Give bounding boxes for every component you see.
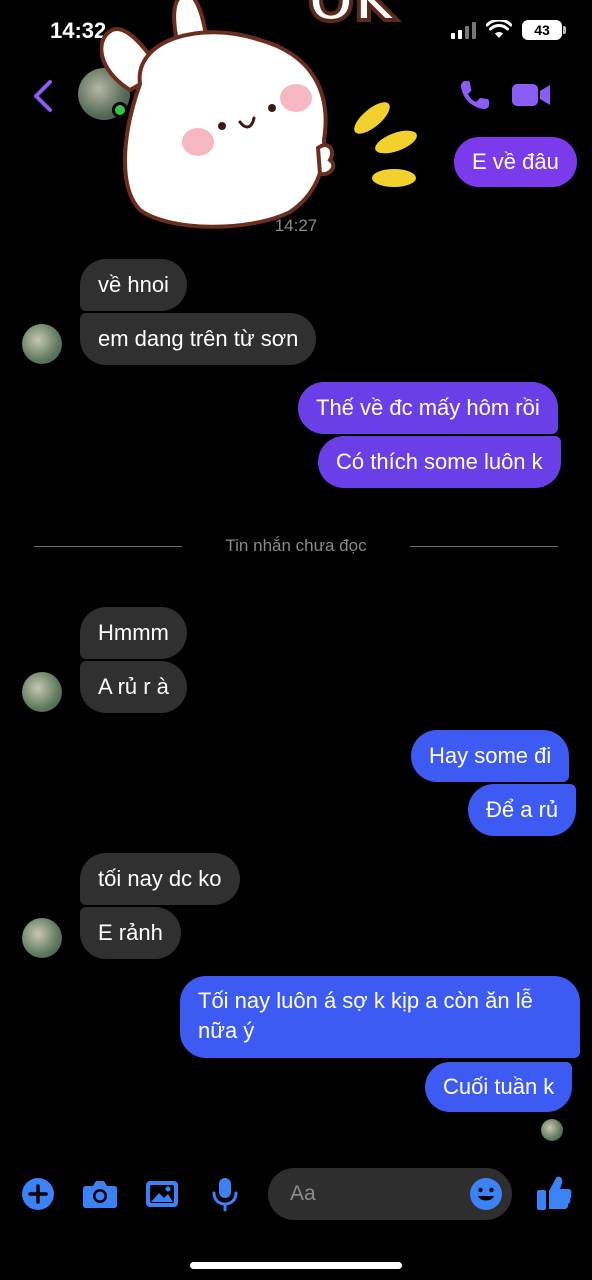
contact-avatar-small[interactable]	[22, 672, 62, 712]
seen-receipt-avatar	[541, 1119, 563, 1141]
thumbs-up-icon[interactable]	[534, 1172, 574, 1214]
message-timestamp: 14:27	[274, 216, 318, 235]
plus-icon[interactable]	[18, 1174, 58, 1214]
phone-icon[interactable]	[458, 78, 492, 112]
sticker-ok-text: OK	[308, 0, 398, 33]
message-bubble-received[interactable]: Hmmm	[80, 607, 187, 659]
status-time: 14:32	[50, 18, 107, 43]
bunny-ok-sticker: OK	[100, 0, 417, 229]
unread-divider-right	[410, 546, 558, 547]
message-bubble-sent[interactable]: E về đâu	[454, 137, 577, 187]
message-bubble-sent[interactable]: Thế về đc mấy hôm rồi	[298, 382, 558, 434]
message-bubble-sent[interactable]: Hay some đi	[411, 730, 570, 782]
message-input-placeholder: Aa	[290, 1182, 316, 1205]
microphone-icon[interactable]	[205, 1174, 245, 1214]
message-bubble-received[interactable]: E rảnh	[80, 907, 181, 959]
battery-indicator: 43	[522, 20, 566, 40]
message-bubble-sent[interactable]: Có thích some luôn k	[318, 436, 561, 488]
status-icons: 43	[451, 20, 566, 40]
emoji-icon[interactable]	[468, 1176, 504, 1212]
back-chevron-icon[interactable]	[26, 76, 62, 116]
wifi-icon	[486, 20, 512, 38]
message-bubble-received[interactable]: em dang trên từ sơn	[80, 313, 317, 365]
message-bubble-received[interactable]: về hnoi	[80, 259, 187, 311]
home-indicator[interactable]	[190, 1262, 402, 1269]
message-composer: Aa	[0, 1160, 592, 1230]
image-icon[interactable]	[142, 1174, 182, 1214]
contact-avatar-small[interactable]	[22, 918, 62, 958]
camera-icon[interactable]	[80, 1174, 120, 1214]
message-bubble-sent[interactable]: Để a rủ	[468, 784, 577, 836]
message-bubble-sent[interactable]: Cuối tuần k	[425, 1062, 573, 1112]
message-bubble-received[interactable]: tối nay dc ko	[80, 853, 240, 905]
contact-avatar-small[interactable]	[22, 324, 62, 364]
message-bubble-received[interactable]: A rủ r à	[80, 661, 187, 713]
video-camera-icon[interactable]	[510, 78, 552, 112]
message-bubble-sent[interactable]: Tối nay luôn á sợ k kịp a còn ăn lễ nữa …	[180, 976, 580, 1058]
message-input[interactable]: Aa	[268, 1168, 512, 1220]
cellular-signal-icon	[451, 21, 476, 39]
